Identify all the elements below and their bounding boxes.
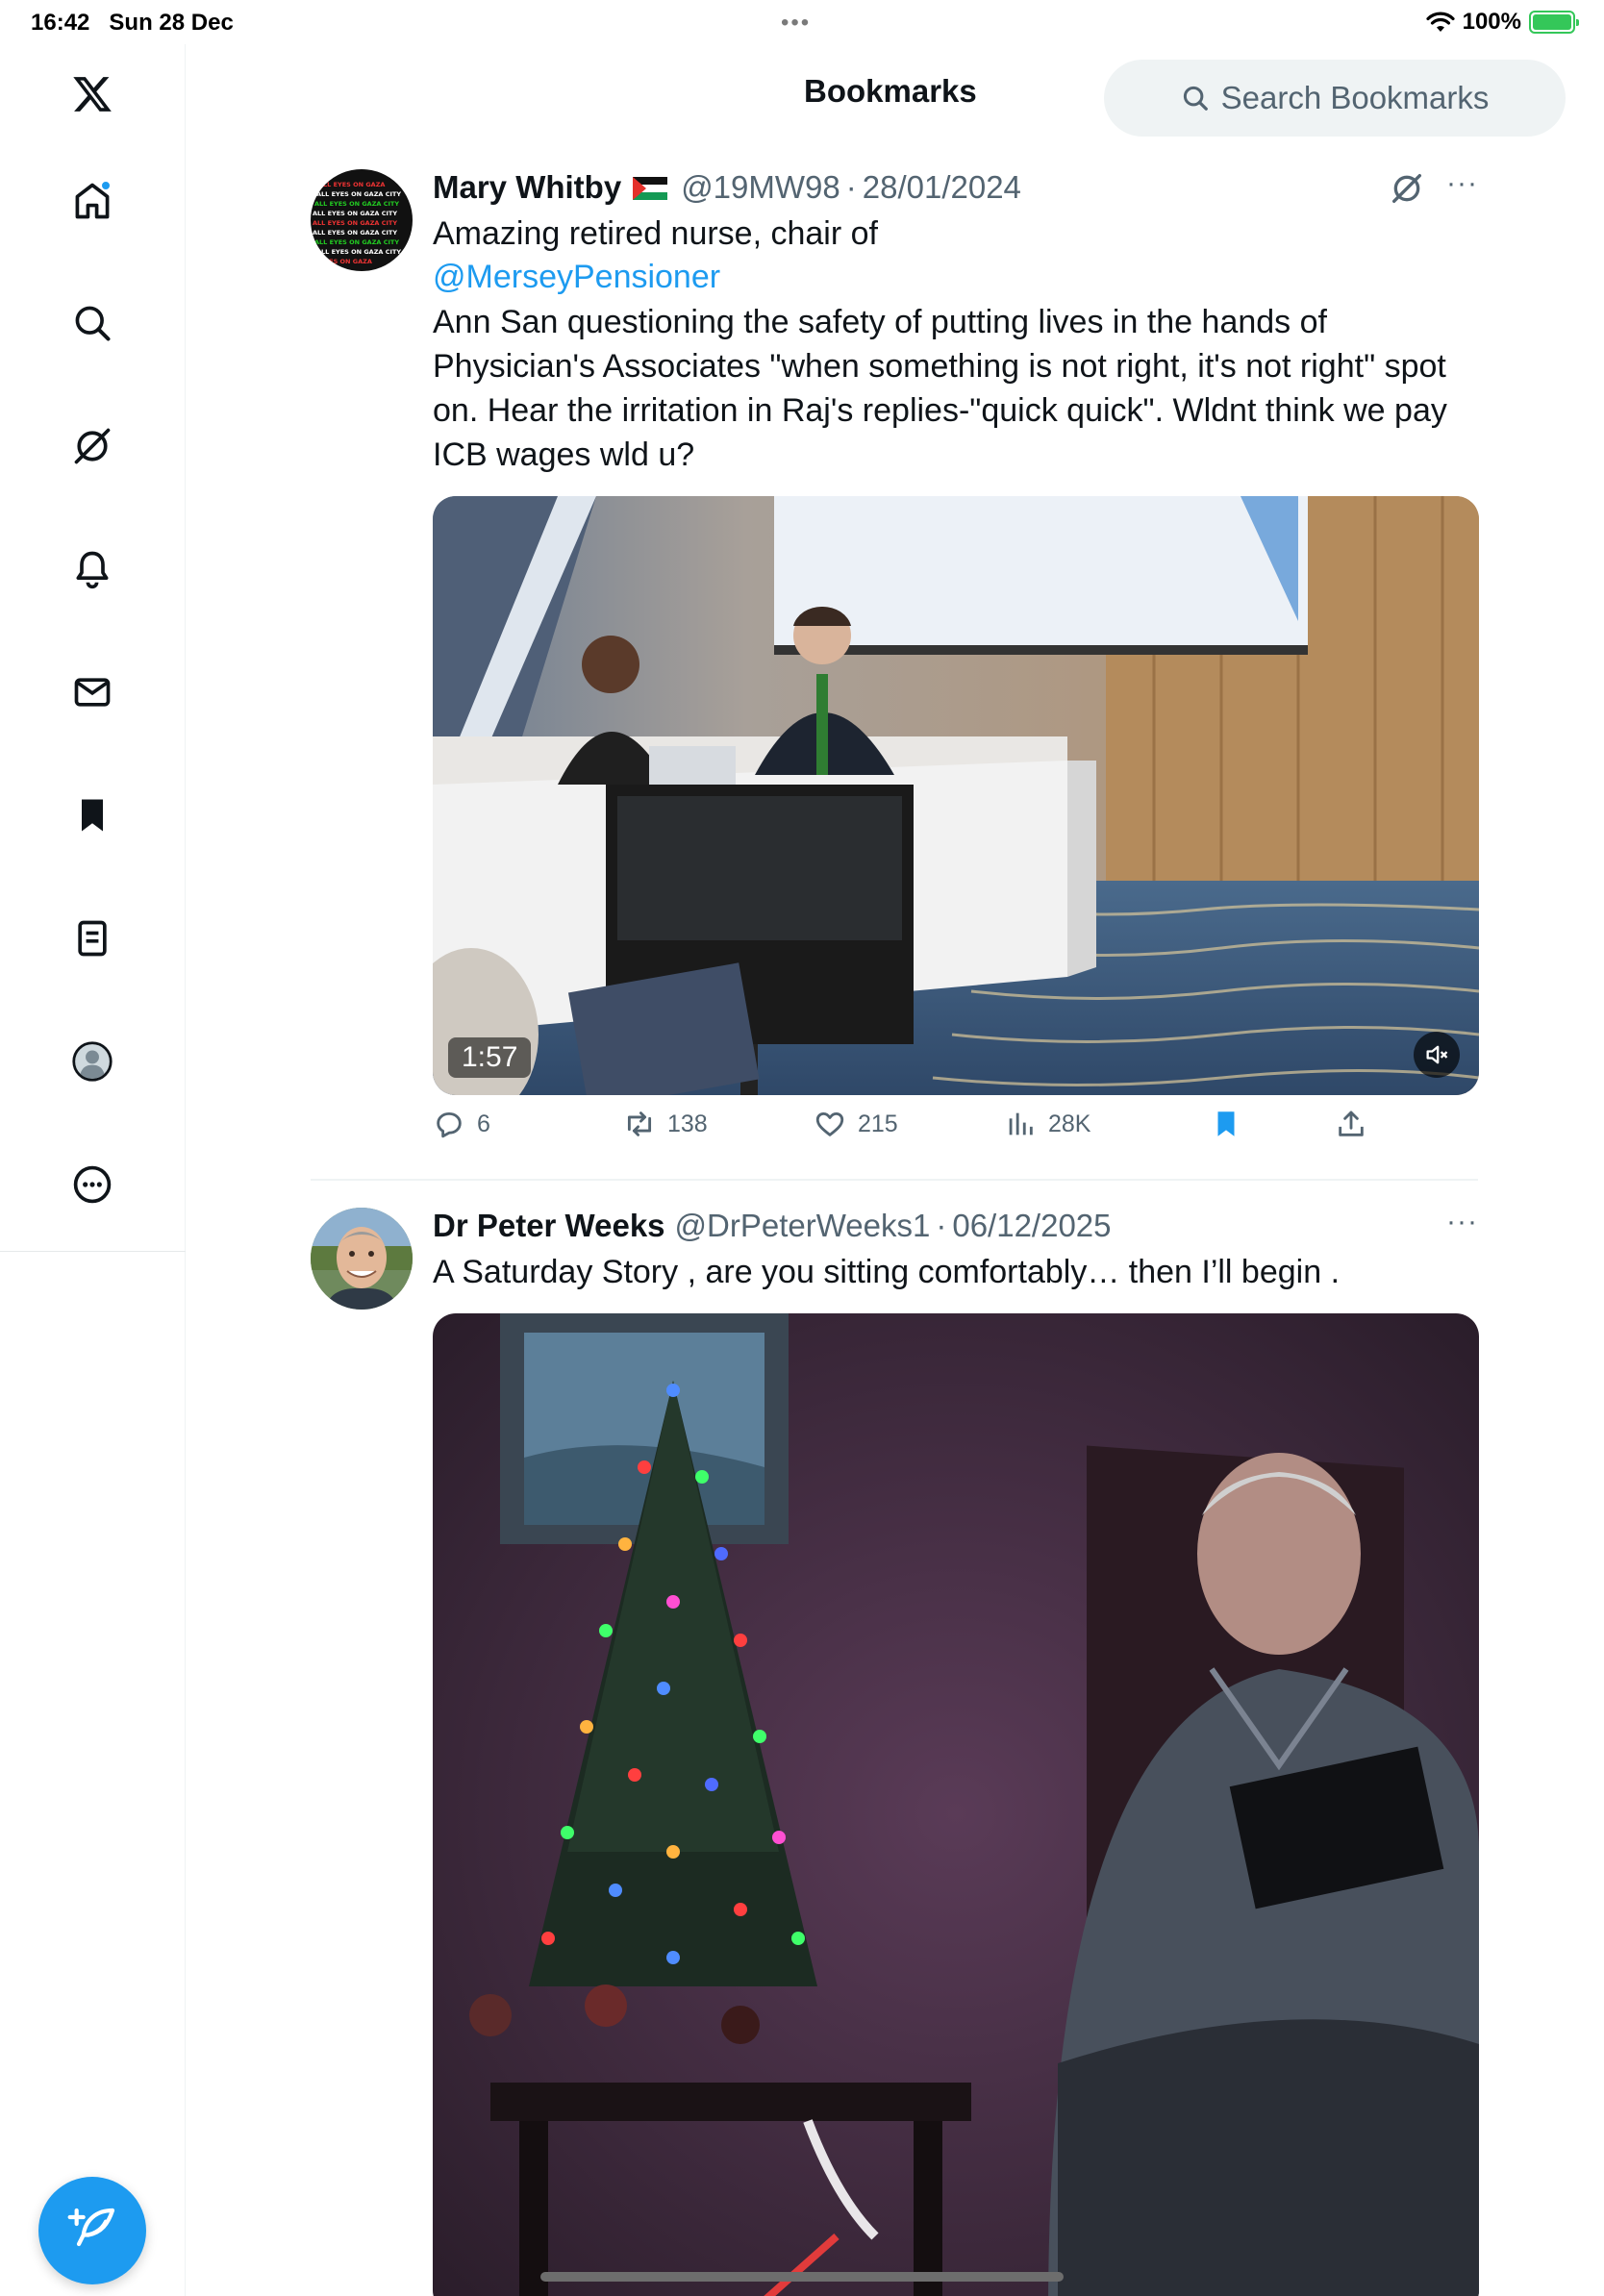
views-button[interactable]: 28K [1004, 1108, 1090, 1140]
bookmark-filled-icon [1217, 1111, 1235, 1136]
video-thumbnail [433, 1313, 1479, 2296]
author-handle[interactable]: @DrPeterWeeks1 [675, 1208, 931, 1244]
mention-link[interactable]: @MerseyPensioner [433, 259, 720, 296]
svg-text:EYES ON GAZA: EYES ON GAZA [320, 258, 372, 265]
tweet[interactable]: ALL EYES ON GAZA ALL EYES ON GAZA CITY A… [311, 167, 1479, 1179]
analytics-icon [1009, 1112, 1033, 1136]
view-count: 28K [1048, 1110, 1091, 1137]
avatar[interactable] [311, 1208, 413, 1310]
compose-button[interactable] [38, 2177, 146, 2284]
author-name[interactable]: Dr Peter Weeks [433, 1208, 665, 1244]
bookmark-icon[interactable] [62, 785, 123, 846]
tweet-date[interactable]: 06/12/2025 [952, 1208, 1111, 1244]
tweet-divider [311, 1179, 1478, 1181]
sidebar-divider [0, 1251, 186, 1252]
home-icon[interactable] [62, 170, 123, 232]
tweet-video[interactable]: 1:57 [433, 496, 1479, 1095]
separator-dot: · [936, 1208, 947, 1243]
notification-dot [100, 180, 112, 191]
tweet-more-button[interactable]: ··· [1446, 1206, 1478, 1238]
lists-icon[interactable] [62, 908, 123, 969]
x-logo-icon[interactable] [62, 63, 123, 125]
reply-count: 6 [477, 1110, 490, 1137]
battery-percent: 100% [1462, 9, 1521, 35]
wifi-icon [1426, 12, 1455, 32]
repost-count: 138 [667, 1110, 708, 1137]
tweet-actions: 6 138 215 28K [433, 1108, 1479, 1156]
share-icon [1339, 1111, 1364, 1136]
svg-text:ALL EYES ON GAZA CITY: ALL EYES ON GAZA CITY [316, 248, 401, 256]
grok-icon[interactable] [62, 415, 123, 477]
speaker-muted-icon [1426, 1045, 1448, 1064]
video-thumbnail [433, 496, 1479, 1095]
page-title: Bookmarks [804, 73, 977, 109]
svg-text:ALL EYES ON GAZA CITY: ALL EYES ON GAZA CITY [314, 238, 399, 246]
palestine-flag-icon [633, 177, 668, 200]
grok-explain-icon[interactable] [1388, 169, 1426, 208]
like-count: 215 [858, 1110, 898, 1137]
svg-text:ALL EYES ON GAZA: ALL EYES ON GAZA [318, 181, 385, 188]
tweet-text-body: Ann San questioning the safety of puttin… [433, 304, 1447, 473]
repost-button[interactable]: 138 [623, 1108, 708, 1140]
status-time: 16:42 Sun 28 Dec [31, 10, 234, 36]
status-date: Sun 28 Dec [109, 10, 234, 36]
status-right: 100% [1426, 9, 1579, 36]
video-duration: 1:57 [448, 1037, 532, 1078]
status-bar: 16:42 Sun 28 Dec ••• 100% [0, 0, 1604, 44]
svg-text:ALL EYES ON GAZA CITY: ALL EYES ON GAZA CITY [314, 200, 399, 208]
bookmark-button[interactable] [1210, 1108, 1242, 1140]
svg-text:ALL EYES ON GAZA CITY: ALL EYES ON GAZA CITY [316, 190, 401, 198]
reply-button[interactable]: 6 [433, 1108, 490, 1140]
avatar[interactable]: ALL EYES ON GAZA ALL EYES ON GAZA CITY A… [311, 169, 413, 271]
separator-dot: · [845, 169, 857, 205]
like-button[interactable]: 215 [814, 1108, 898, 1140]
search-bookmarks-input[interactable]: Search Bookmarks [1104, 60, 1566, 137]
search-icon [1183, 86, 1208, 111]
author-name[interactable]: Mary Whitby [433, 169, 621, 206]
battery-icon [1529, 11, 1579, 34]
tweet-text-line1: Amazing retired nurse, chair of [433, 215, 878, 252]
mute-button[interactable] [1414, 1032, 1460, 1078]
mail-icon[interactable] [62, 661, 123, 723]
profile-icon[interactable] [62, 1031, 123, 1092]
multitask-dots[interactable]: ••• [781, 10, 811, 37]
tweet-date[interactable]: 28/01/2024 [863, 169, 1021, 206]
search-icon[interactable] [62, 292, 123, 354]
tweet-header: Dr Peter Weeks @DrPeterWeeks1 · 06/12/20… [433, 1208, 1112, 1244]
more-icon[interactable] [62, 1154, 123, 1215]
tweet-video[interactable] [433, 1313, 1479, 2296]
author-handle[interactable]: @19MW98 [681, 169, 840, 206]
reply-icon [437, 1111, 462, 1138]
svg-text:ALL EYES ON GAZA CITY: ALL EYES ON GAZA CITY [313, 210, 397, 217]
svg-text:ALL EYES ON GAZA CITY: ALL EYES ON GAZA CITY [313, 219, 397, 227]
tweet[interactable]: Dr Peter Weeks @DrPeterWeeks1 · 06/12/20… [311, 1206, 1479, 2296]
svg-text:ALL EYES ON GAZA CITY: ALL EYES ON GAZA CITY [313, 229, 397, 237]
home-indicator[interactable] [540, 2272, 1064, 2282]
bell-icon[interactable] [62, 538, 123, 600]
tweet-more-button[interactable]: ··· [1446, 167, 1478, 200]
compose-icon [67, 2208, 115, 2247]
share-button[interactable] [1335, 1108, 1367, 1140]
tweet-text: A Saturday Story , are you sitting comfo… [433, 1254, 1341, 1290]
heart-icon [815, 1111, 844, 1136]
tweet-header: Mary Whitby @19MW98 · 28/01/2024 [433, 169, 1021, 206]
sidebar [0, 44, 186, 2296]
search-placeholder: Search Bookmarks [1220, 80, 1490, 115]
repost-icon [627, 1111, 652, 1136]
